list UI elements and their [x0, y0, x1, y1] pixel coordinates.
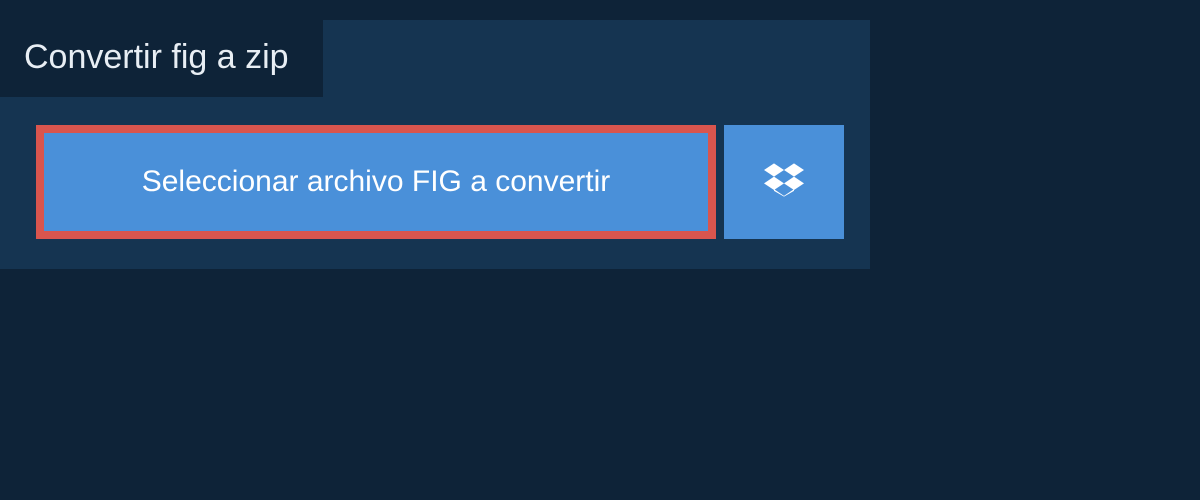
tab-title: Convertir fig a zip — [0, 20, 323, 97]
button-row: Seleccionar archivo FIG a convertir — [36, 125, 846, 239]
dropbox-button[interactable] — [724, 125, 844, 239]
select-file-label: Seleccionar archivo FIG a convertir — [142, 165, 611, 198]
select-file-button[interactable]: Seleccionar archivo FIG a convertir — [36, 125, 716, 239]
dropbox-icon — [764, 160, 804, 205]
tab-title-label: Convertir fig a zip — [24, 38, 289, 76]
converter-card: Convertir fig a zip Seleccionar archivo … — [0, 20, 870, 269]
